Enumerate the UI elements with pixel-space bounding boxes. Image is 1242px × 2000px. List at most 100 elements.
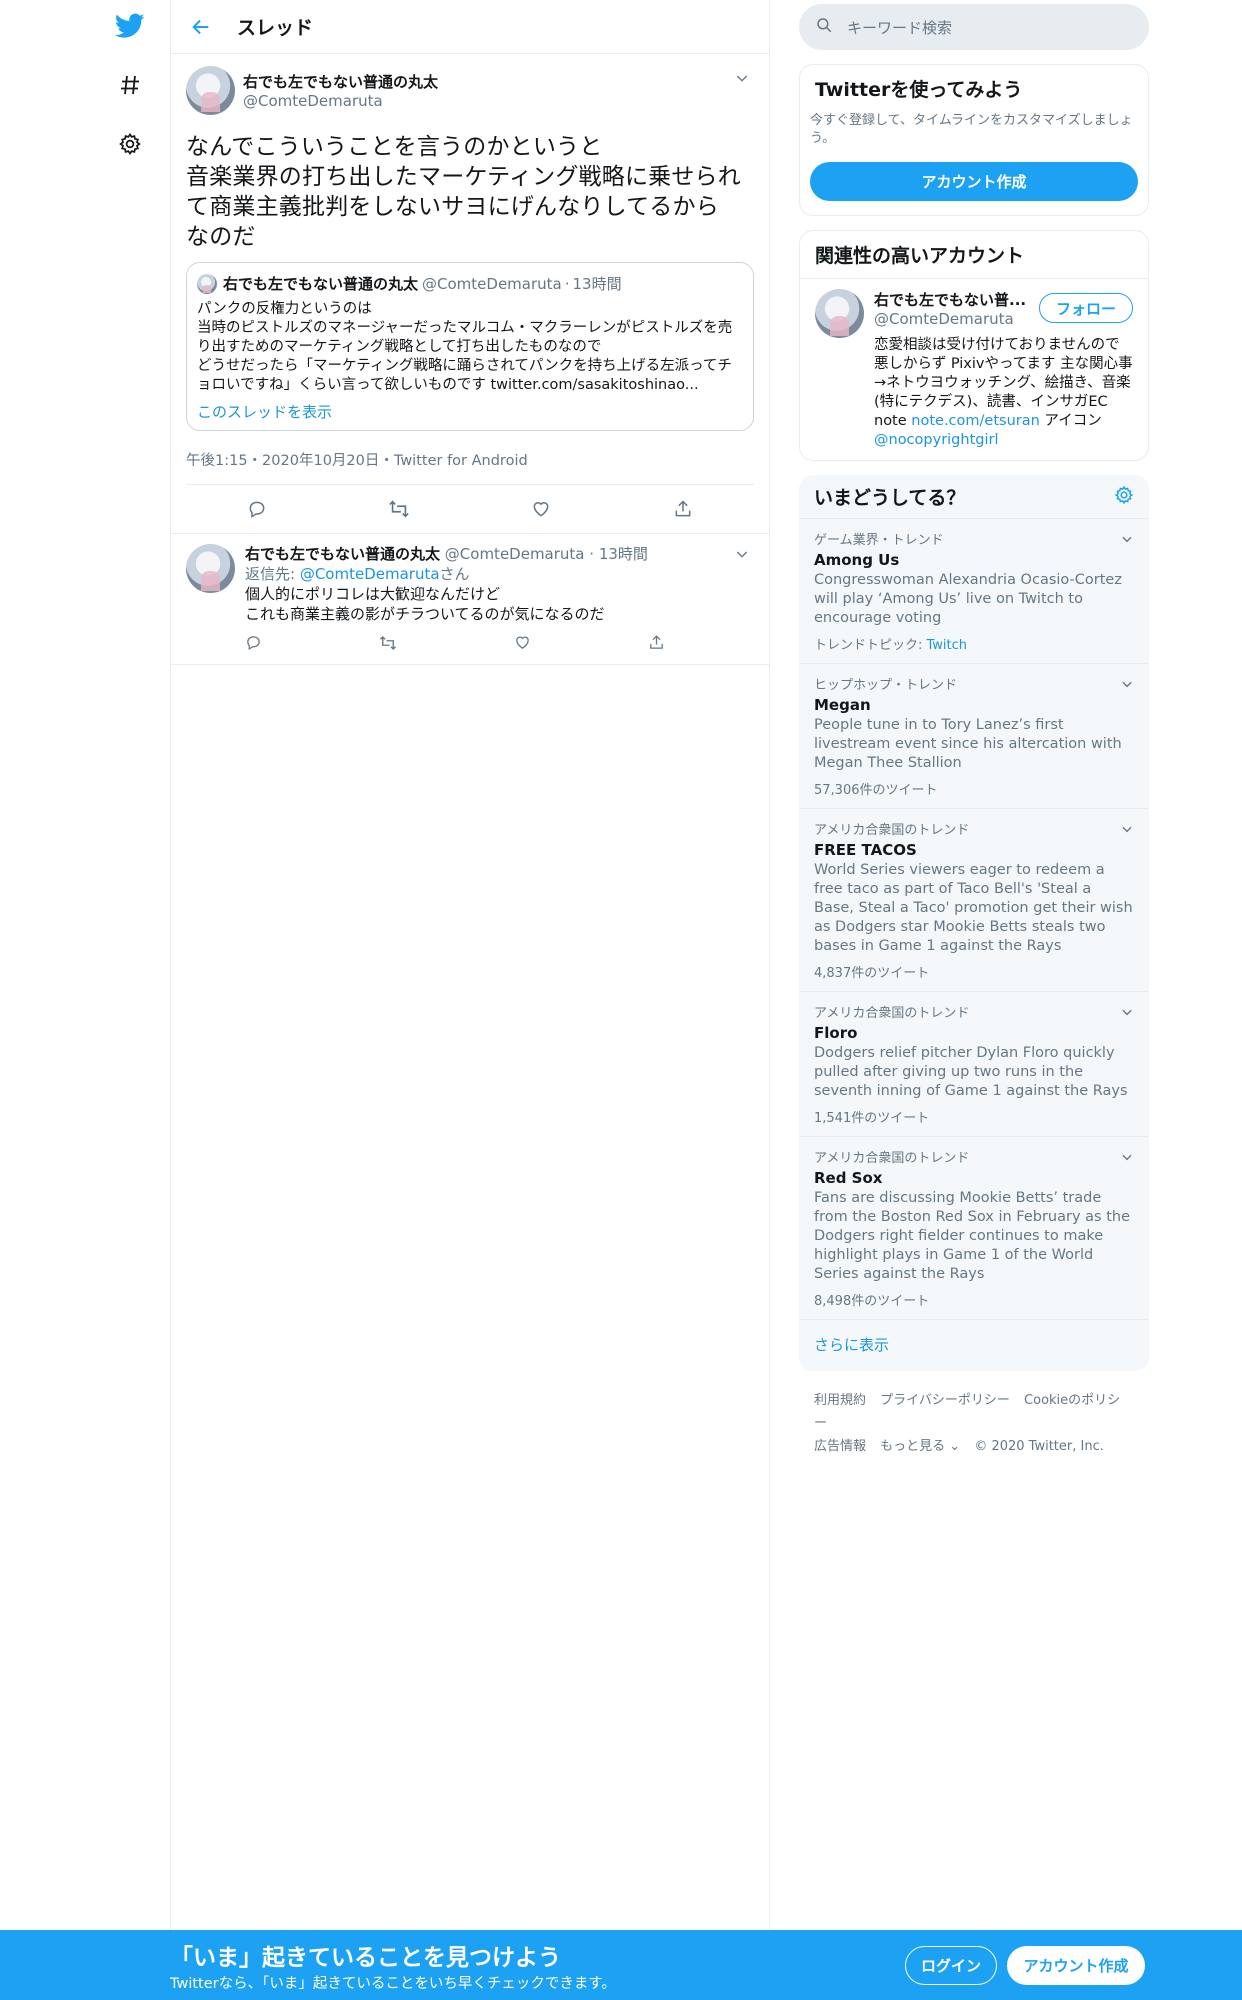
footer-more[interactable]: もっと見る ⌄ (880, 1439, 960, 1454)
trend-desc: Congresswoman Alexandria Ocasio-Cortez w… (814, 572, 1122, 626)
page-title: スレッド (237, 17, 314, 39)
trend-name: Red Sox (814, 1169, 883, 1187)
related-handle[interactable]: @ComteDemaruta (874, 310, 1026, 328)
bio-link-note[interactable]: note.com/etsuran (911, 413, 1040, 429)
reply-text: 個人的にポリコレは大歓迎なんだけど これも商業主義の影がチラついてるのが気になる… (245, 585, 605, 623)
trend-desc: Fans are discussing Mookie Betts’ trade … (814, 1190, 1130, 1282)
reply-author-name[interactable]: 右でも左でもない普通の丸太 (245, 545, 440, 563)
gear-icon[interactable] (1114, 485, 1134, 509)
quoted-tweet[interactable]: 右でも左でもない普通の丸太 @ComteDemaruta · 13時間 パンクの… (186, 262, 754, 431)
create-account-button[interactable]: アカウント作成 (810, 162, 1138, 201)
bio-link-handle[interactable]: @nocopyrightgirl (874, 432, 998, 448)
quote-avatar (197, 273, 217, 294)
gear-icon[interactable] (108, 122, 152, 166)
quote-author-name: 右でも左でもない普通の丸太 (223, 275, 419, 293)
reply-avatar[interactable] (186, 544, 235, 593)
footer-privacy[interactable]: プライバシーポリシー (880, 1393, 1010, 1408)
trend-name: Among Us (814, 551, 900, 569)
reply-actions (245, 634, 665, 656)
search-input[interactable]: キーワード検索 (799, 4, 1149, 50)
header: スレッド (171, 0, 769, 54)
chevron-down-icon[interactable] (1120, 821, 1134, 840)
login-button[interactable]: ログイン (905, 1946, 997, 1985)
share-icon[interactable] (668, 494, 698, 524)
retweet-icon[interactable] (384, 494, 414, 524)
trend-count: 8,498件のツイート (814, 1294, 930, 1309)
related-avatar[interactable] (815, 289, 864, 338)
follow-button[interactable]: フォロー (1038, 293, 1133, 323)
signup-title: Twitterを使ってみよう (815, 79, 1023, 101)
reply-to-suffix: さん (439, 565, 470, 583)
chevron-down-icon[interactable] (1120, 1149, 1134, 1168)
search-placeholder: キーワード検索 (847, 18, 953, 37)
trend-item[interactable]: アメリカ合衆国のトレンド Floro Dodgers relief pitche… (799, 992, 1149, 1137)
trend-context: アメリカ合衆国のトレンド (814, 1151, 970, 1166)
trend-item[interactable]: ゲーム業界・トレンド Among Us Congresswoman Alexan… (799, 519, 1149, 664)
tweet-actions (186, 485, 754, 533)
hashtag-icon[interactable] (108, 63, 152, 107)
reply-to-label: 返信先: (245, 565, 300, 583)
share-icon[interactable] (648, 634, 665, 656)
trend-item[interactable]: ヒップホップ・トレンド Megan People tune in to Tory… (799, 664, 1149, 809)
trend-context: アメリカ合衆国のトレンド (814, 1006, 970, 1021)
avatar[interactable] (186, 65, 235, 115)
trend-desc: People tune in to Tory Lanez’s first liv… (814, 717, 1122, 771)
trends-card: いまどうしてる？ ゲーム業界・トレンド Among Us Congresswom… (799, 475, 1149, 1371)
trend-item[interactable]: アメリカ合衆国のトレンド FREE TACOS World Series vie… (799, 809, 1149, 992)
trend-topic-link[interactable]: Twitch (927, 638, 968, 653)
trend-topic: トレンドトピック: Twitch (814, 634, 1134, 653)
trend-topic-label: トレンドトピック: (814, 638, 927, 653)
trend-count: 57,306件のツイート (814, 783, 938, 798)
tweet-meta: 午後1:15・2020年10月20日・Twitter for Android (186, 449, 754, 485)
trend-count: 1,541件のツイート (814, 1111, 930, 1126)
quote-text: パンクの反権力というのは 当時のピストルズのマネージャーだったマルコム・マクラー… (197, 301, 733, 393)
sidebar: キーワード検索 Twitterを使ってみよう 今すぐ登録して、タイムラインをカス… (799, 0, 1149, 1476)
bio-text-mid: アイコン (1039, 413, 1102, 429)
reply-tweet[interactable]: 右でも左でもない普通の丸太 @ComteDemaruta · 13時間 返信先:… (171, 534, 769, 665)
tweet-text: なんでこういうことを言うのかというと 音楽業界の打ち出したマーケティング戦略に乗… (186, 134, 741, 250)
author-handle[interactable]: @ComteDemaruta (243, 92, 438, 110)
footer-ads[interactable]: 広告情報 (814, 1439, 866, 1454)
trend-desc: Dodgers relief pitcher Dylan Floro quick… (814, 1045, 1128, 1099)
twitter-logo-icon[interactable] (108, 4, 152, 48)
related-name[interactable]: 右でも左でもない普... (874, 289, 1026, 310)
show-thread-link[interactable]: このスレッドを表示 (197, 401, 743, 422)
chevron-down-icon[interactable] (1120, 531, 1134, 550)
retweet-icon[interactable] (379, 634, 397, 656)
show-more-link[interactable]: さらに表示 (799, 1320, 1149, 1371)
signup-banner: 「いま」起きていることを見つけよう Twitterなら、「いま」起きていることを… (0, 1930, 1242, 2000)
footer-copyright: © 2020 Twitter, Inc. (974, 1439, 1104, 1454)
related-title: 関連性の高いアカウント (815, 245, 1025, 267)
trend-name: Megan (814, 696, 871, 714)
trend-desc: World Series viewers eager to redeem a f… (814, 862, 1133, 954)
back-arrow-icon[interactable] (171, 0, 231, 54)
trends-title: いまどうしてる？ (814, 487, 966, 509)
reply-to-handle[interactable]: @ComteDemaruta (300, 565, 440, 583)
trend-context: アメリカ合衆国のトレンド (814, 823, 970, 838)
related-account[interactable]: 右でも左でもない普... @ComteDemaruta フォロー 恋愛相談は受け… (800, 278, 1148, 460)
reply-author-handle[interactable]: @ComteDemaruta (445, 545, 585, 563)
trend-name: FREE TACOS (814, 841, 917, 859)
reply-icon[interactable] (242, 494, 272, 524)
banner-create-account-button[interactable]: アカウント作成 (1007, 1946, 1145, 1985)
reply-icon[interactable] (245, 634, 262, 656)
related-accounts-card: 関連性の高いアカウント 右でも左でもない普... @ComteDemaruta … (799, 230, 1149, 461)
chevron-down-icon[interactable] (1120, 676, 1134, 695)
quote-time: 13時間 (572, 275, 622, 293)
banner-title: 「いま」起きていることを見つけよう (170, 1945, 561, 1971)
like-icon[interactable] (514, 634, 531, 656)
trend-item[interactable]: アメリカ合衆国のトレンド Red Sox Fans are discussing… (799, 1137, 1149, 1320)
main-tweet: 右でも左でもない普通の丸太 @ComteDemaruta なんでこういうことを言… (171, 54, 769, 534)
author-name[interactable]: 右でも左でもない普通の丸太 (243, 71, 438, 92)
footer-terms[interactable]: 利用規約 (814, 1393, 866, 1408)
left-nav (100, 0, 170, 2000)
like-icon[interactable] (526, 494, 556, 524)
chevron-down-icon[interactable] (734, 546, 754, 566)
trend-context: ヒップホップ・トレンド (814, 678, 958, 693)
trend-context: ゲーム業界・トレンド (814, 533, 944, 548)
chevron-down-icon[interactable] (1120, 1004, 1134, 1023)
search-icon (815, 16, 833, 38)
quote-author-handle: @ComteDemaruta (422, 274, 562, 293)
trend-name: Floro (814, 1024, 858, 1042)
chevron-down-icon[interactable] (734, 70, 754, 90)
